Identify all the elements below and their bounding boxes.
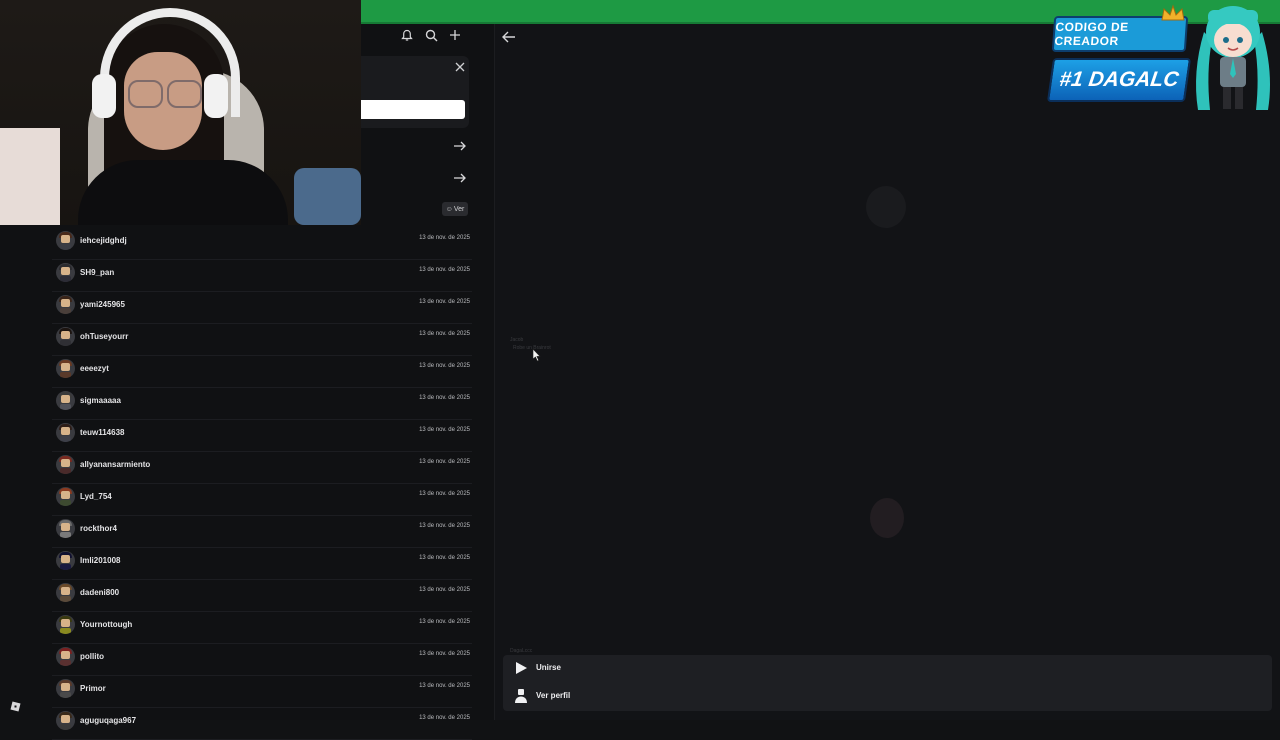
friend-name: teuw114638 bbox=[80, 428, 125, 437]
friend-row[interactable]: ohTuseyourr 13 de nov. de 2025 bbox=[52, 323, 472, 356]
header-icons bbox=[400, 28, 462, 42]
avatar[interactable] bbox=[56, 711, 75, 730]
creator-name-banner: #1 DAGALC bbox=[1046, 58, 1192, 102]
join-label: Unirse bbox=[536, 663, 561, 672]
friend-row[interactable]: allyanansarmiento 13 de nov. de 2025 bbox=[52, 451, 472, 484]
friend-name: eeeezyt bbox=[80, 364, 109, 373]
avatar[interactable] bbox=[56, 519, 75, 538]
friend-row[interactable]: SH9_pan 13 de nov. de 2025 bbox=[52, 259, 472, 292]
person-icon bbox=[513, 688, 529, 704]
friend-date: 13 de nov. de 2025 bbox=[419, 587, 470, 593]
friend-row[interactable]: Lyd_754 13 de nov. de 2025 bbox=[52, 483, 472, 516]
friend-row[interactable]: Primor 13 de nov. de 2025 bbox=[52, 675, 472, 708]
arrow-right-icon[interactable] bbox=[452, 171, 468, 183]
avatar[interactable] bbox=[56, 263, 75, 282]
join-menu-item[interactable]: Unirse bbox=[503, 655, 1272, 681]
arrow-right-icon[interactable] bbox=[452, 139, 468, 151]
avatar[interactable] bbox=[56, 295, 75, 314]
friend-name: ohTuseyourr bbox=[80, 332, 129, 341]
friend-name: Primor bbox=[80, 684, 106, 693]
friend-row[interactable]: pollito 13 de nov. de 2025 bbox=[52, 643, 472, 676]
play-icon bbox=[513, 660, 529, 676]
action-menu: Unirse Ver perfil bbox=[503, 655, 1272, 711]
friend-name-label: Jacob bbox=[510, 337, 524, 343]
plus-icon[interactable] bbox=[448, 28, 462, 42]
friend-name: SH9_pan bbox=[80, 268, 115, 277]
friend-row[interactable]: eeeezyt 13 de nov. de 2025 bbox=[52, 355, 472, 388]
avatar[interactable] bbox=[56, 615, 75, 634]
friend-name: pollito bbox=[80, 652, 104, 661]
self-name-label: DagaLccc bbox=[510, 648, 533, 654]
friend-detail-panel bbox=[495, 0, 1280, 720]
people-icon: ☺ bbox=[445, 205, 453, 213]
friend-row[interactable]: Yournottough 13 de nov. de 2025 bbox=[52, 611, 472, 644]
arrow-left-icon[interactable] bbox=[501, 28, 517, 46]
ver-button[interactable]: ☺ Ver bbox=[442, 202, 468, 216]
friend-row[interactable]: rockthor4 13 de nov. de 2025 bbox=[52, 515, 472, 548]
avatar[interactable] bbox=[56, 551, 75, 570]
friend-row[interactable]: lmli201008 13 de nov. de 2025 bbox=[52, 547, 472, 580]
friend-name: rockthor4 bbox=[80, 524, 117, 533]
friend-date: 13 de nov. de 2025 bbox=[419, 459, 470, 465]
view-profile-label: Ver perfil bbox=[536, 691, 571, 700]
friend-date: 13 de nov. de 2025 bbox=[419, 491, 470, 497]
avatar[interactable] bbox=[56, 423, 75, 442]
friend-date: 13 de nov. de 2025 bbox=[419, 363, 470, 369]
friend-row[interactable]: iehcejidghdj 13 de nov. de 2025 bbox=[52, 227, 472, 260]
friend-row[interactable]: aguguqaga967 13 de nov. de 2025 bbox=[52, 707, 472, 740]
self-avatar bbox=[870, 498, 904, 538]
friend-name: yami245965 bbox=[80, 300, 125, 309]
friend-date: 13 de nov. de 2025 bbox=[419, 619, 470, 625]
search-input[interactable] bbox=[361, 100, 465, 119]
friend-date: 13 de nov. de 2025 bbox=[419, 235, 470, 241]
bell-icon[interactable] bbox=[400, 28, 414, 42]
friend-date: 13 de nov. de 2025 bbox=[419, 331, 470, 337]
avatar[interactable] bbox=[56, 231, 75, 250]
avatar[interactable] bbox=[56, 359, 75, 378]
friend-date: 13 de nov. de 2025 bbox=[419, 715, 470, 721]
friend-name: dadeni800 bbox=[80, 588, 120, 597]
friend-avatar bbox=[866, 186, 906, 228]
roblox-logo-icon bbox=[10, 699, 21, 712]
search-icon[interactable] bbox=[424, 28, 438, 42]
mouse-cursor bbox=[531, 348, 541, 362]
view-profile-menu-item[interactable]: Ver perfil bbox=[503, 683, 1272, 709]
avatar[interactable] bbox=[56, 679, 75, 698]
friend-date: 13 de nov. de 2025 bbox=[419, 555, 470, 561]
avatar[interactable] bbox=[56, 647, 75, 666]
friend-name: Yournottough bbox=[80, 620, 133, 629]
friend-date: 13 de nov. de 2025 bbox=[419, 683, 470, 689]
avatar[interactable] bbox=[56, 487, 75, 506]
friend-date: 13 de nov. de 2025 bbox=[419, 523, 470, 529]
avatar[interactable] bbox=[56, 583, 75, 602]
webcam-feed bbox=[0, 0, 361, 225]
friend-date: 13 de nov. de 2025 bbox=[419, 395, 470, 401]
friend-name: allyanansarmiento bbox=[80, 460, 151, 469]
friend-name: iehcejidghdj bbox=[80, 236, 127, 245]
friend-name: Lyd_754 bbox=[80, 492, 112, 501]
mascot-image bbox=[1190, 2, 1276, 112]
friend-name: lmli201008 bbox=[80, 556, 121, 565]
friend-row[interactable]: yami245965 13 de nov. de 2025 bbox=[52, 291, 472, 324]
friend-row[interactable]: sigmaaaaa 13 de nov. de 2025 bbox=[52, 387, 472, 420]
friend-row[interactable]: teuw114638 13 de nov. de 2025 bbox=[52, 419, 472, 452]
friend-date: 13 de nov. de 2025 bbox=[419, 651, 470, 657]
friend-row[interactable]: dadeni800 13 de nov. de 2025 bbox=[52, 579, 472, 612]
crown-icon bbox=[1160, 4, 1186, 22]
avatar[interactable] bbox=[56, 455, 75, 474]
friend-name: sigmaaaaa bbox=[80, 396, 121, 405]
avatar[interactable] bbox=[56, 391, 75, 410]
avatar[interactable] bbox=[56, 327, 75, 346]
ver-label: Ver bbox=[453, 205, 465, 213]
friend-date: 13 de nov. de 2025 bbox=[419, 267, 470, 273]
close-icon[interactable] bbox=[453, 60, 467, 74]
friend-date: 13 de nov. de 2025 bbox=[419, 427, 470, 433]
friend-date: 13 de nov. de 2025 bbox=[419, 299, 470, 305]
friend-name: aguguqaga967 bbox=[80, 716, 137, 725]
